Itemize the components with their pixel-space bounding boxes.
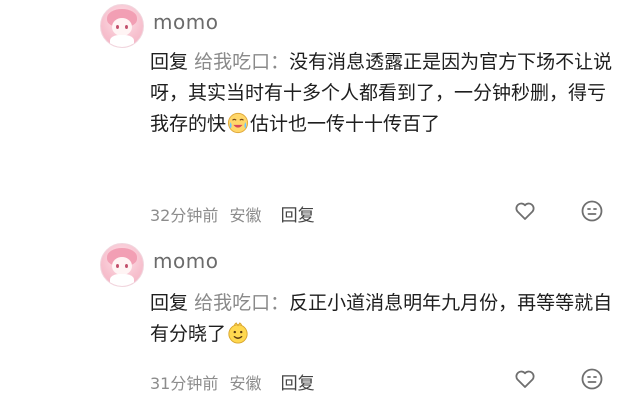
- sly-smile-emoji: [228, 322, 248, 344]
- reply-button[interactable]: 回复: [281, 374, 315, 394]
- timestamp: 31分钟前: [150, 374, 219, 393]
- location: 安徽: [229, 206, 262, 225]
- neutral-face-icon[interactable]: [580, 199, 604, 223]
- reply-prefix: 回复: [150, 51, 189, 73]
- reply-target[interactable]: 给我吃口：: [194, 292, 289, 314]
- reply-target[interactable]: 给我吃口：: [194, 51, 289, 73]
- reply-prefix: 回复: [150, 292, 189, 314]
- timestamp: 32分钟前: [150, 206, 219, 225]
- comment-text: 回复 给我吃口：反正小道消息明年九月份，再等等就自有分晓了: [150, 288, 615, 350]
- comment-meta: 31分钟前 安徽 回复: [150, 369, 315, 394]
- username[interactable]: momo: [153, 10, 218, 34]
- avatar-eye: [116, 264, 119, 268]
- avatar-eye: [125, 25, 128, 29]
- avatar[interactable]: [100, 4, 144, 48]
- comment-meta: 32分钟前 安徽 回复: [150, 201, 315, 226]
- location: 安徽: [229, 374, 262, 393]
- username[interactable]: momo: [153, 249, 218, 273]
- avatar-eye: [116, 25, 119, 29]
- neutral-face-icon[interactable]: [580, 367, 604, 391]
- avatar-eye: [125, 264, 128, 268]
- reply-button[interactable]: 回复: [281, 206, 315, 226]
- heart-icon[interactable]: [513, 367, 537, 391]
- comment-item: momo 回复 给我吃口：反正小道消息明年九月份，再等等就自有分晓了 31分钟前…: [0, 238, 640, 405]
- avatar-face: [112, 18, 132, 36]
- avatar[interactable]: [100, 243, 144, 287]
- avatar-face: [112, 257, 132, 275]
- avatar-body: [110, 274, 134, 286]
- comment-text: 回复 给我吃口：没有消息透露正是因为官方下场不让说呀，其实当时有十多个人都看到了…: [150, 47, 615, 140]
- heart-icon[interactable]: [513, 199, 537, 223]
- comment-item: momo 回复 给我吃口：没有消息透露正是因为官方下场不让说呀，其实当时有十多个…: [0, 0, 640, 228]
- avatar-body: [110, 35, 134, 47]
- crying-laughing-emoji: [227, 112, 249, 134]
- comment-body-continued: 估计也一传十十传百了: [250, 113, 441, 135]
